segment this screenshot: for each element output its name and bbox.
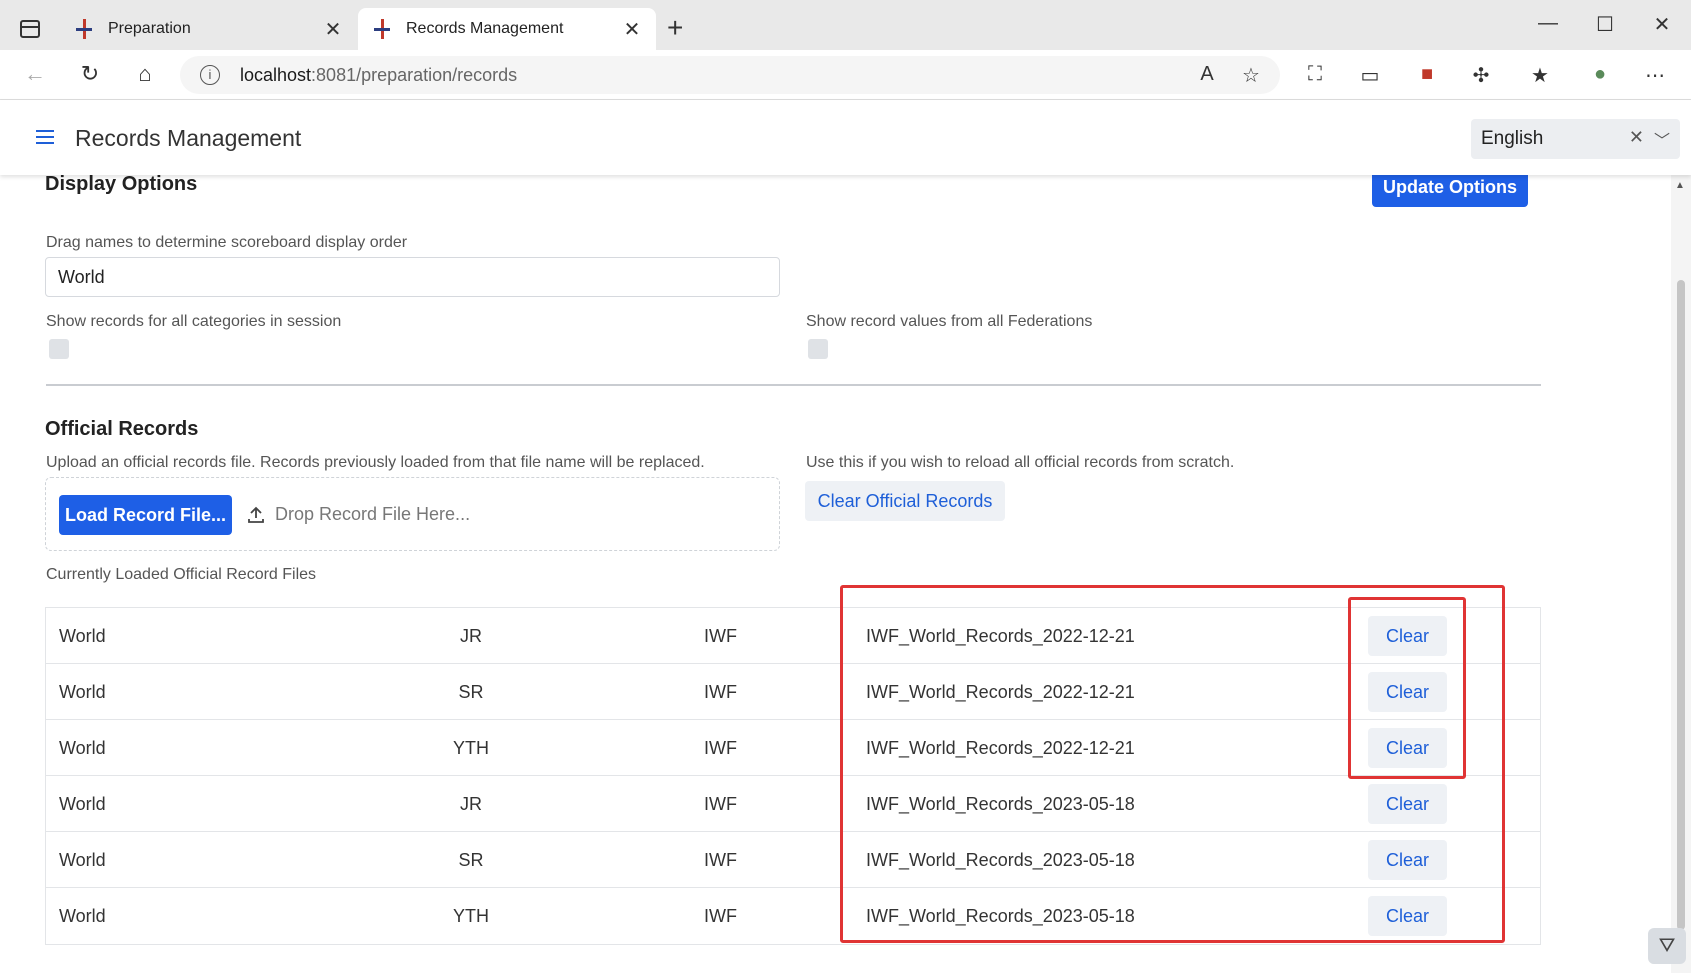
- record-name-cell: World: [59, 850, 106, 870]
- record-name-cell: World: [59, 626, 106, 646]
- menu-icon[interactable]: [36, 130, 54, 148]
- clear-help-text: Use this if you wish to reload all offic…: [806, 454, 1235, 471]
- official-records-heading: Official Records: [45, 418, 199, 440]
- close-icon[interactable]: ✕: [622, 17, 642, 42]
- add-favorite-icon[interactable]: ☆: [1236, 63, 1266, 88]
- close-icon[interactable]: ✕: [323, 17, 343, 42]
- app-favicon-icon: [372, 19, 392, 39]
- display-order-list[interactable]: World: [45, 257, 780, 297]
- sidebar-toggle-icon[interactable]: [20, 20, 40, 38]
- browser-tab-bar: Preparation ✕ Records Management ✕ + — ☐…: [0, 0, 1691, 50]
- record-name-cell: World: [59, 794, 106, 814]
- window-close-icon[interactable]: ✕: [1647, 12, 1677, 37]
- page-title: Records Management: [75, 125, 302, 151]
- federation-cell: IWF: [704, 906, 737, 926]
- display-options-heading: Display Options: [45, 173, 198, 195]
- highlight-box-clear-buttons: [1348, 597, 1466, 779]
- tab-preparation[interactable]: Preparation ✕: [60, 8, 357, 50]
- extensions-icon[interactable]: ✣: [1466, 63, 1496, 88]
- refresh-icon[interactable]: ↻: [75, 61, 105, 87]
- tab-label: Preparation: [108, 20, 191, 37]
- age-group-cell: JR: [460, 794, 482, 814]
- all-federations-checkbox[interactable]: [808, 339, 828, 359]
- age-group-cell: JR: [460, 626, 482, 646]
- url-field[interactable]: i localhost:8081/preparation/records: [180, 56, 1280, 94]
- favorites-icon[interactable]: ★: [1525, 63, 1555, 88]
- screenshot-icon[interactable]: ⛶: [1300, 63, 1330, 86]
- tab-label: Records Management: [406, 20, 564, 37]
- age-group-cell: SR: [458, 850, 484, 870]
- age-group-cell: YTH: [453, 738, 489, 758]
- tab-records-management[interactable]: Records Management ✕: [358, 8, 656, 50]
- upload-icon: [248, 506, 264, 523]
- all-federations-label: Show record values from all Federations: [806, 313, 1093, 330]
- site-info-icon[interactable]: i: [200, 65, 220, 85]
- extension-badge-icon[interactable]: ■: [1412, 63, 1442, 86]
- clear-official-records-button[interactable]: Clear Official Records: [805, 481, 1005, 521]
- age-group-cell: SR: [458, 682, 484, 702]
- scroll-up-icon[interactable]: ▲: [1675, 180, 1685, 191]
- browser-address-bar: ← ↻ ⌂ i localhost:8081/preparation/recor…: [0, 50, 1691, 100]
- url-host: localhost: [240, 64, 312, 85]
- more-menu-icon[interactable]: ⋯: [1640, 63, 1670, 88]
- scrollbar-thumb[interactable]: [1677, 280, 1685, 930]
- upload-help-text: Upload an official records file. Records…: [46, 454, 705, 471]
- chevron-down-icon[interactable]: ﹀: [1654, 127, 1670, 151]
- age-group-cell: YTH: [453, 906, 489, 926]
- filter-icon[interactable]: ⛛: [1648, 928, 1686, 964]
- load-record-file-button[interactable]: Load Record File...: [59, 495, 232, 535]
- federation-cell: IWF: [704, 850, 737, 870]
- maximize-icon[interactable]: ☐: [1590, 12, 1620, 37]
- app-favicon-icon: [74, 19, 94, 39]
- language-select[interactable]: English ✕ ﹀: [1471, 119, 1680, 159]
- federation-cell: IWF: [704, 682, 737, 702]
- url-path: :8081/preparation/records: [311, 64, 518, 85]
- all-categories-label: Show records for all categories in sessi…: [46, 313, 342, 330]
- section-divider: [46, 384, 1541, 386]
- back-icon[interactable]: ←: [20, 61, 50, 87]
- federation-cell: IWF: [704, 626, 737, 646]
- profile-avatar[interactable]: ●: [1585, 63, 1615, 86]
- cast-icon[interactable]: ▭: [1355, 63, 1385, 88]
- language-value: English: [1481, 128, 1544, 149]
- federation-cell: IWF: [704, 738, 737, 758]
- clear-icon[interactable]: ✕: [1629, 127, 1644, 148]
- federation-cell: IWF: [704, 794, 737, 814]
- new-tab-icon[interactable]: +: [667, 14, 683, 42]
- all-categories-checkbox[interactable]: [49, 339, 69, 359]
- record-name-cell: World: [59, 906, 106, 926]
- home-icon[interactable]: ⌂: [130, 61, 160, 87]
- display-order-label: Drag names to determine scoreboard displ…: [46, 234, 408, 251]
- minimize-icon[interactable]: —: [1533, 12, 1563, 35]
- drop-file-text: Drop Record File Here...: [275, 504, 471, 524]
- record-name-cell: World: [59, 738, 106, 758]
- record-name-cell: World: [59, 682, 106, 702]
- read-aloud-icon[interactable]: A: [1192, 63, 1222, 86]
- loaded-files-label: Currently Loaded Official Record Files: [46, 566, 317, 583]
